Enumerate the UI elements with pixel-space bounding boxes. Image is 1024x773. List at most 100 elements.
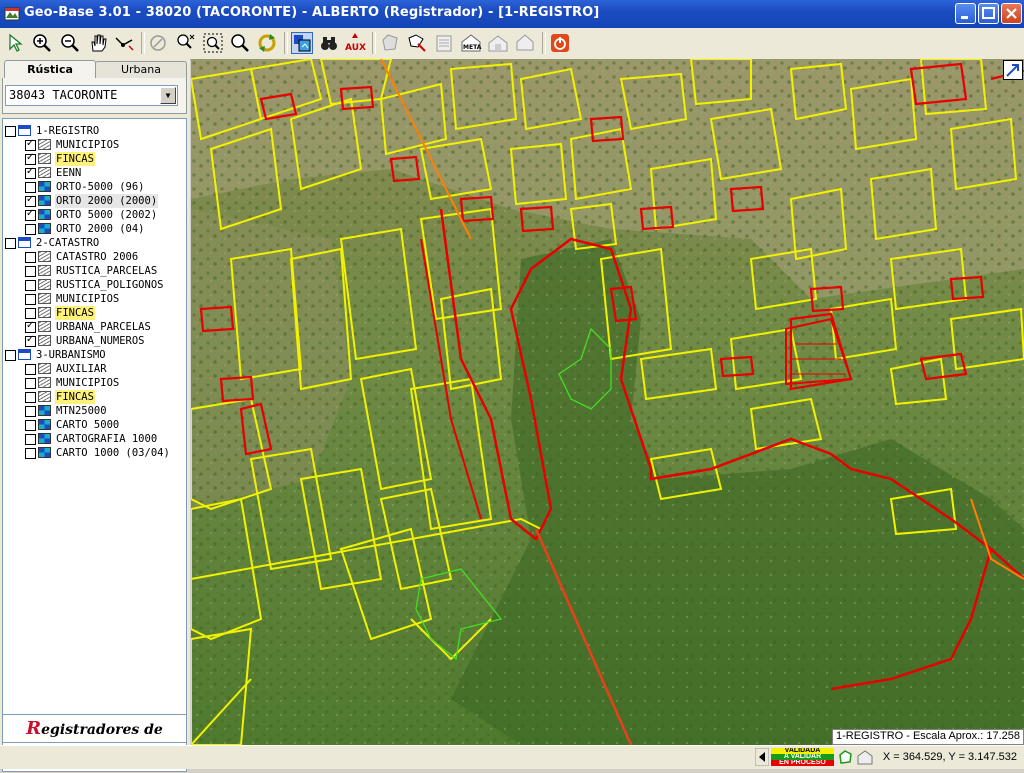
layer-row[interactable]: URBANA_PARCELAS xyxy=(25,320,185,334)
layer-checkbox[interactable] xyxy=(25,138,36,151)
layer-row[interactable]: ORTO 2000 (04) xyxy=(25,222,185,236)
vector-layer-icon xyxy=(38,139,51,150)
layer-label: ORTO-5000 (96) xyxy=(56,181,145,193)
search-button[interactable] xyxy=(318,32,340,54)
layer-row[interactable]: EENN xyxy=(25,166,185,180)
zoom-window-button[interactable] xyxy=(202,32,224,54)
layer-checkbox[interactable] xyxy=(25,224,36,235)
maximize-button[interactable] xyxy=(978,3,999,24)
layer-row[interactable]: 2-CATASTRO xyxy=(5,236,185,250)
layers-button[interactable] xyxy=(291,32,313,54)
municipality-select[interactable]: 38043 TACORONTE ▼ xyxy=(5,85,178,106)
prev-arrow-button[interactable] xyxy=(754,747,770,767)
layer-checkbox[interactable] xyxy=(25,406,36,417)
layer-checkbox[interactable] xyxy=(25,294,36,305)
layer-checkbox[interactable] xyxy=(25,182,36,193)
shape-disabled-icon xyxy=(382,34,398,51)
measure-button[interactable] xyxy=(113,32,135,54)
layer-checkbox[interactable] xyxy=(25,320,36,333)
layer-checkbox[interactable] xyxy=(25,364,36,375)
close-button[interactable] xyxy=(1001,3,1022,24)
layer-row[interactable]: MUNICIPIOS xyxy=(25,376,185,390)
building-button[interactable] xyxy=(487,32,509,54)
municipality-select-value: 38043 TACORONTE xyxy=(9,88,118,102)
pan-button[interactable] xyxy=(87,32,109,54)
layer-row[interactable]: MUNICIPIOS xyxy=(25,138,185,152)
tab-rustica[interactable]: Rústica xyxy=(4,60,96,79)
layer-checkbox[interactable] xyxy=(25,194,36,207)
layer-checkbox[interactable] xyxy=(25,334,36,347)
layer-row[interactable]: ORTO-5000 (96) xyxy=(25,180,185,194)
raster-layer-icon xyxy=(38,181,51,192)
layer-checkbox[interactable] xyxy=(25,420,36,431)
layer-row[interactable]: RUSTICA_PARCELAS xyxy=(25,264,185,278)
select-tool-button[interactable] xyxy=(5,32,27,54)
overview-toggle[interactable] xyxy=(1003,60,1023,80)
minimize-button[interactable] xyxy=(955,3,976,24)
layer-row[interactable]: MTN25000 xyxy=(25,404,185,418)
layer-checkbox[interactable] xyxy=(5,126,16,137)
raster-layer-icon xyxy=(38,209,51,220)
layer-row[interactable]: FINCAS xyxy=(25,390,185,404)
layer-row[interactable]: RUSTICA_POLIGONOS xyxy=(25,278,185,292)
meta-button[interactable]: META xyxy=(460,32,482,54)
binoculars-icon xyxy=(321,37,337,50)
layer-row[interactable]: AUXILIAR xyxy=(25,362,185,376)
refresh-icon xyxy=(258,34,276,52)
layer-checkbox[interactable] xyxy=(25,252,36,263)
layers-icon xyxy=(294,35,311,52)
layer-checkbox[interactable] xyxy=(25,266,36,277)
layer-label: RUSTICA_PARCELAS xyxy=(56,265,158,277)
zoom-out-button[interactable] xyxy=(59,32,81,54)
vector-layer-icon xyxy=(38,265,51,276)
layer-row[interactable]: URBANA_NUMEROS xyxy=(25,334,185,348)
layer-label: ORTO 2000 (04) xyxy=(56,223,145,235)
refresh-button[interactable] xyxy=(256,32,278,54)
layer-label: MUNICIPIOS xyxy=(56,293,120,305)
layer-row[interactable]: CATASTRO 2006 xyxy=(25,250,185,264)
app-icon xyxy=(4,7,20,21)
map-view[interactable]: 1-REGISTRO - Escala Aprox.: 17.258 xyxy=(191,59,1024,745)
zoom-select-button[interactable] xyxy=(175,32,197,54)
aux-button[interactable]: AUX xyxy=(344,32,366,54)
register-button[interactable] xyxy=(433,32,455,54)
info-button[interactable] xyxy=(147,32,169,54)
exit-button[interactable] xyxy=(549,32,571,54)
layer-checkbox[interactable] xyxy=(25,152,36,165)
building-status-button[interactable] xyxy=(856,748,874,766)
layer-row[interactable]: CARTO 1000 (03/04) xyxy=(25,446,185,460)
layer-row[interactable]: CARTO 5000 xyxy=(25,418,185,432)
layer-checkbox[interactable] xyxy=(5,350,16,361)
layer-row[interactable]: FINCAS xyxy=(25,306,185,320)
house-button[interactable] xyxy=(514,32,536,54)
edit-button[interactable] xyxy=(406,32,428,54)
layer-label: MTN25000 xyxy=(56,405,107,417)
layer-row[interactable]: MUNICIPIOS xyxy=(25,292,185,306)
tab-urbana[interactable]: Urbana xyxy=(95,61,187,78)
zoom-in-button[interactable] xyxy=(31,32,53,54)
layer-checkbox[interactable] xyxy=(25,208,36,221)
layer-label: URBANA_NUMEROS xyxy=(56,335,145,347)
layer-checkbox[interactable] xyxy=(25,434,36,445)
layer-row[interactable]: 3-URBANISMO xyxy=(5,348,185,362)
chevron-down-icon[interactable]: ▼ xyxy=(160,87,176,104)
layer-checkbox[interactable] xyxy=(25,448,36,459)
zoom-extent-button[interactable] xyxy=(229,32,251,54)
maximize-icon xyxy=(982,7,995,19)
layer-checkbox[interactable] xyxy=(25,392,36,403)
polygon-icon xyxy=(839,750,852,764)
layer-checkbox[interactable] xyxy=(25,378,36,389)
layer-row[interactable]: FINCAS xyxy=(25,152,185,166)
layer-checkbox[interactable] xyxy=(5,238,16,249)
layer-row[interactable]: ORTO 5000 (2002) xyxy=(25,208,185,222)
toolbar-separator xyxy=(542,32,546,54)
layer-checkbox[interactable] xyxy=(25,166,36,179)
shape-button[interactable] xyxy=(379,32,401,54)
layer-checkbox[interactable] xyxy=(25,308,36,319)
map-canvas[interactable] xyxy=(191,59,1024,745)
layer-row[interactable]: CARTOGRAFIA 1000 xyxy=(25,432,185,446)
polygon-button[interactable] xyxy=(836,748,854,766)
layer-row[interactable]: ORTO 2000 (2000) xyxy=(25,194,185,208)
layer-checkbox[interactable] xyxy=(25,280,36,291)
layer-row[interactable]: 1-REGISTRO xyxy=(5,124,185,138)
